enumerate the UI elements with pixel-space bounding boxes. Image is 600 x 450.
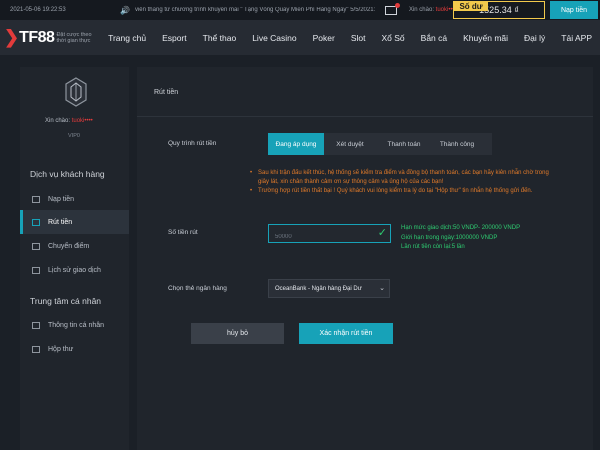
bank-label: Chọn thẻ ngân hàng [168,285,227,292]
section-personal-center: Trung tâm cá nhân [30,296,102,306]
balance-label: Số dư [454,2,488,11]
limit-transaction: Hạn mức giao dịch:50 VNDP- 200000 VNDP [401,225,521,231]
nav-item-slot[interactable]: Slot [343,33,374,43]
confirm-withdraw-button[interactable]: Xác nhận rút tiền [299,323,393,344]
limit-remaining: Lần rút tiền còn lại:5 lần [401,244,465,250]
marquee-text: viên thắng từ chương trình khuyến mãi " … [134,7,375,13]
datetime: 2021-05-06 19:22:53 [10,7,66,13]
chevron-down-icon: ⌄ [379,285,385,292]
title-divider [137,116,593,117]
logo-mark-icon: ❯ [4,27,20,47]
withdraw-limits: Hạn mức giao dịch:50 VNDP- 200000 VNDP G… [401,224,520,253]
nav-item-live-casino[interactable]: Live Casino [244,33,304,43]
balance-box: Số dư 1525.34 ₫ [453,1,545,19]
bank-selected-value: OceanBank - Ngân hàng Đại Dư [275,285,362,292]
amount-input[interactable] [269,228,374,246]
withdraw-notes: Sau khi trận đấu kết thúc, hệ thống sẽ k… [250,169,560,196]
check-icon: ✓ [377,227,387,239]
withdraw-panel: Rút tiền Quy trình rút tiền Đang áp dụng… [137,67,593,450]
nav-item-home[interactable]: Trang chủ [100,33,154,43]
vip-level: VIP0 [68,133,80,139]
sidebar-item-history[interactable]: Lịch sử giao dịch [20,258,129,282]
sidebar-item-withdraw[interactable]: Rút tiền [20,210,129,234]
logo-text: TF88 [19,28,55,46]
page-title: Rút tiền [154,89,179,96]
sidebar-greeting: Xin chào: tuoki•••• [45,118,93,124]
nav-item-poker[interactable]: Poker [305,33,343,43]
history-icon [32,266,40,274]
step-review: Xét duyệt [336,140,364,148]
transfer-icon [32,242,40,250]
logo[interactable]: ❯ TF88 [4,23,55,53]
top-bar: 2021-05-06 19:22:53 🔊 viên thắng từ chươ… [0,0,600,20]
nav-item-download-app[interactable]: Tải APP [553,33,600,43]
mail-icon[interactable] [384,2,400,15]
vip-badge-icon [65,77,87,107]
sidebar-item-deposit[interactable]: Nạp tiền [20,187,129,211]
step-applying: Đang áp dụng [268,133,324,155]
sidebar-item-profile[interactable]: Thông tin cá nhân [20,313,129,337]
amount-label: Số tiền rút [168,229,198,236]
section-customer-service: Dịch vụ khách hàng [30,169,105,179]
cancel-button[interactable]: hủy bỏ [191,323,284,344]
withdraw-icon [32,218,40,226]
main-nav: ❯ TF88 Đặt cược theo thời gian thực Tran… [0,20,600,55]
step-success: Thành công [439,140,475,148]
topbar-greeting: Xin chào: tuoki•••• [408,7,457,13]
note-item: Trường hợp rút tiền thất bại ! Quý khách… [250,187,560,196]
deposit-button[interactable]: Nạp tiền [550,1,598,19]
nav-item-esport[interactable]: Esport [154,33,195,43]
sidebar: Xin chào: tuoki•••• VIP0 Dịch vụ khách h… [20,67,129,450]
step-payment: Thanh toán [387,140,421,148]
notification-dot [394,2,400,8]
process-label: Quy trình rút tiền [168,140,217,147]
amount-field-wrapper: ✓ [268,224,391,246]
nav-item-promotions[interactable]: Khuyến mãi [455,33,516,43]
tagline: Đặt cược theo thời gian thực [56,31,92,44]
sidebar-username: tuoki•••• [71,118,93,124]
nav-item-lottery[interactable]: Xổ Số [374,33,413,43]
sidebar-item-inbox[interactable]: Hộp thư [20,337,129,361]
inbox-icon [32,345,40,353]
limit-daily: Giới hạn trong ngày:1000000 VNDP [401,234,498,241]
nav-item-agent[interactable]: Đại lý [516,33,553,43]
note-item: Sau khi trận đấu kết thúc, hệ thống sẽ k… [250,169,560,187]
speaker-icon: 🔊 [120,5,130,15]
process-steps: Đang áp dụng Xét duyệt Thanh toán Thành … [268,133,492,155]
profile-icon [32,321,40,329]
nav-menu: Trang chủ Esport Thể thao Live Casino Po… [100,33,600,43]
nav-item-fishing[interactable]: Bắn cá [413,33,455,43]
deposit-icon [32,195,40,203]
bank-select[interactable]: OceanBank - Ngân hàng Đại Dư ⌄ [268,279,390,298]
sidebar-item-transfer[interactable]: Chuyển điểm [20,234,129,258]
nav-item-sports[interactable]: Thể thao [195,33,245,43]
